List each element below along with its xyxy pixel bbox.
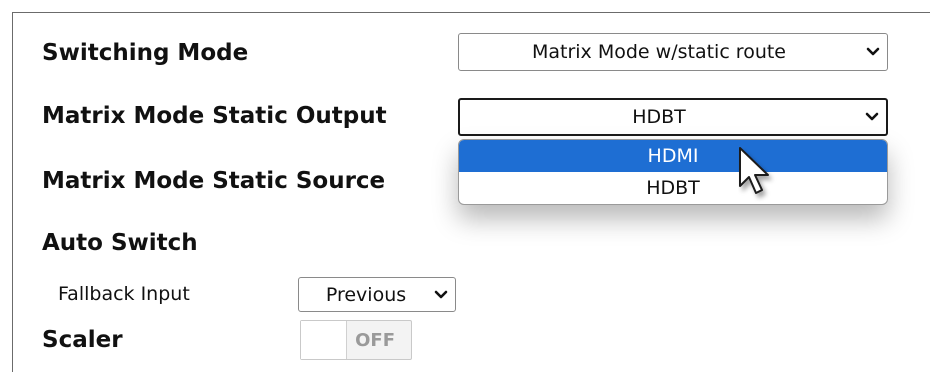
static-source-label: Matrix Mode Static Source	[42, 168, 386, 194]
static-output-value: HDBT	[632, 106, 686, 128]
switching-mode-label: Switching Mode	[42, 40, 249, 66]
fallback-input-value: Previous	[325, 283, 407, 306]
auto-switch-label: Auto Switch	[42, 230, 198, 256]
chevron-down-icon	[858, 100, 886, 134]
dropdown-option-hdbt[interactable]: HDBT	[459, 172, 887, 204]
toggle-state-text: OFF	[355, 330, 395, 351]
scaler-toggle[interactable]: OFF	[300, 320, 412, 360]
chevron-down-icon	[427, 278, 455, 311]
toggle-knob	[301, 321, 347, 359]
static-output-dropdown-list: HDMI HDBT	[458, 139, 888, 205]
scaler-label: Scaler	[42, 327, 123, 353]
switching-mode-select[interactable]: Matrix Mode w/static route	[458, 33, 888, 71]
fallback-input-label: Fallback Input	[58, 283, 190, 305]
static-output-label: Matrix Mode Static Output	[42, 103, 387, 129]
mouse-pointer-icon	[738, 146, 778, 206]
chevron-down-icon	[859, 34, 887, 70]
static-output-select[interactable]: HDBT	[458, 98, 888, 136]
switching-mode-value: Matrix Mode w/static route	[531, 41, 786, 63]
dropdown-option-hdmi[interactable]: HDMI	[459, 140, 887, 172]
fallback-input-select[interactable]: Previous	[298, 277, 456, 312]
